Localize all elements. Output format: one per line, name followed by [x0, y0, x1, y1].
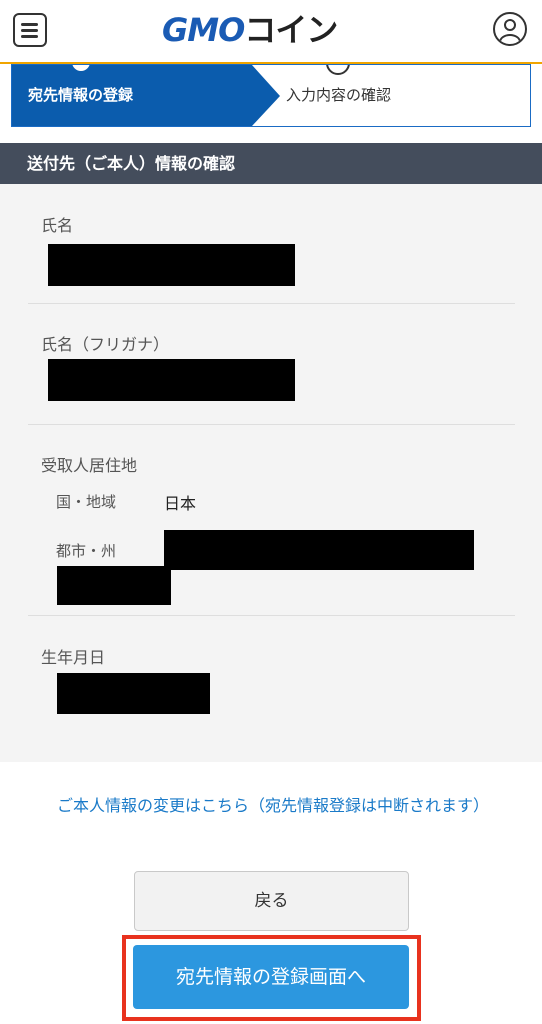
step-confirm-input: 入力内容の確認 [286, 86, 392, 104]
city-value-redacted [57, 566, 171, 605]
section-title: 送付先（ご本人）情報の確認 [0, 143, 542, 184]
logo-gmo-text: GMO [162, 11, 245, 49]
name-value-redacted [48, 244, 295, 286]
city-label: 都市・州 [56, 542, 117, 560]
app-header: GMOコイン [0, 0, 542, 64]
change-personal-info-link[interactable]: ご本人情報の変更はこちら（宛先情報登録は中断されます） [57, 790, 542, 822]
divider [28, 303, 515, 304]
birthdate-label: 生年月日 [41, 648, 106, 667]
country-value: 日本 [164, 494, 197, 513]
step-arrow-icon [252, 65, 280, 126]
step-register-destination: 宛先情報の登録 [12, 65, 252, 126]
name-label: 氏名 [41, 216, 74, 235]
back-button[interactable]: 戻る [134, 871, 409, 931]
hamburger-menu-icon[interactable] [13, 13, 47, 47]
logo-coin-text: コイン [244, 11, 338, 49]
address-label: 受取人居住地 [41, 456, 138, 475]
city-value-redacted [164, 530, 474, 570]
divider [28, 615, 515, 616]
country-label: 国・地域 [56, 493, 117, 511]
kana-label: 氏名（フリガナ） [41, 335, 170, 354]
kana-value-redacted [48, 359, 295, 401]
recipient-info-panel: 氏名 氏名（フリガナ） 受取人居住地 国・地域 日本 都市・州 生年月日 [0, 184, 542, 762]
birthdate-value-redacted [57, 673, 210, 714]
progress-stepper: 宛先情報の登録 入力内容の確認 [11, 64, 531, 127]
divider [28, 424, 515, 425]
go-to-registration-button[interactable]: 宛先情報の登録画面へ [133, 945, 409, 1009]
user-account-icon[interactable] [493, 12, 527, 46]
gmo-coin-logo[interactable]: GMOコイン [162, 10, 382, 50]
